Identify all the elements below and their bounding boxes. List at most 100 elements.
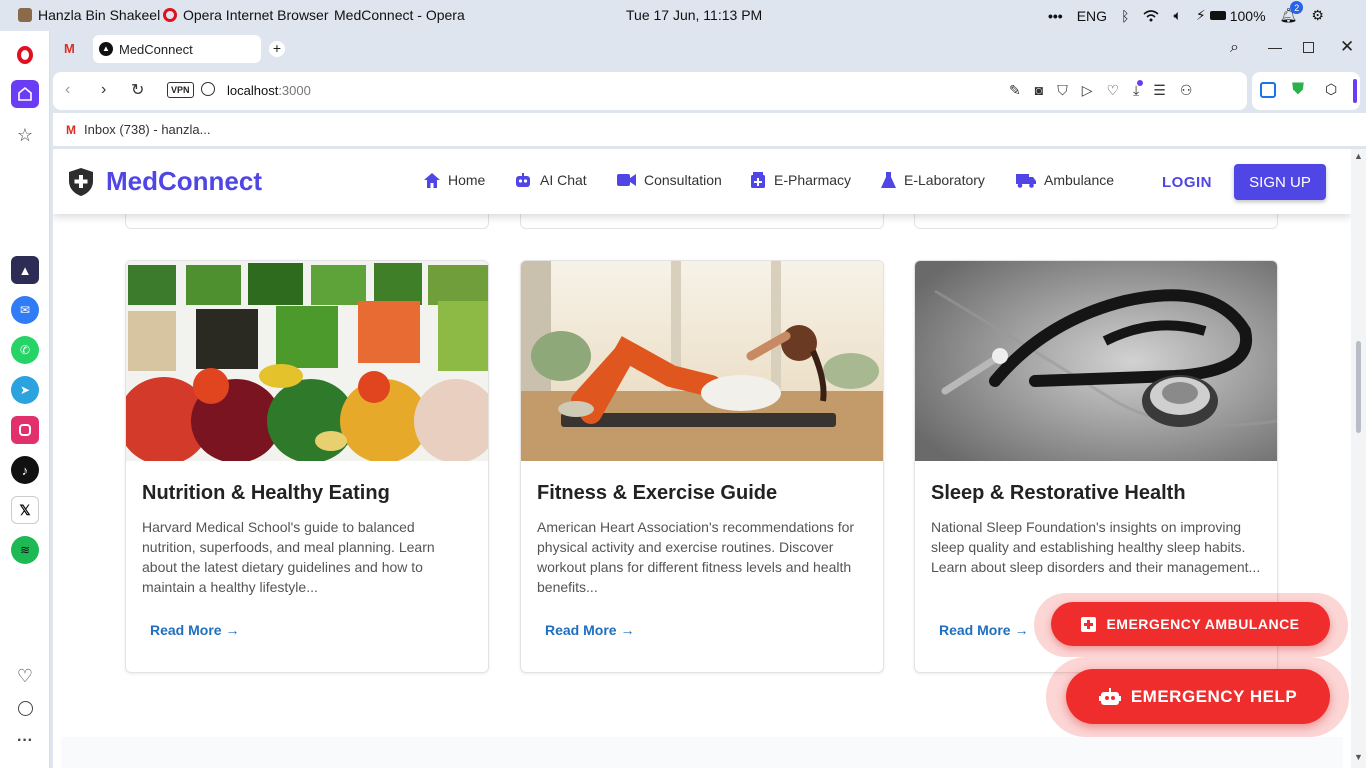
- gmail-pinned-tab-icon[interactable]: M: [64, 41, 75, 56]
- star-icon[interactable]: ☆: [11, 121, 39, 149]
- instagram-icon[interactable]: [11, 416, 39, 444]
- read-more-link[interactable]: Read More →: [545, 622, 634, 638]
- os-taskbar: Hanzla Bin Shakeel Opera Internet Browse…: [0, 0, 1366, 31]
- os-app[interactable]: Opera Internet Browser: [163, 7, 329, 23]
- page-scrollbar[interactable]: ▲ ▼: [1351, 149, 1366, 768]
- opera-icon: [163, 8, 177, 22]
- shield-logo-icon: [69, 167, 93, 196]
- nav-consultation[interactable]: Consultation: [617, 172, 722, 188]
- tab-medconnect[interactable]: ▲ MedConnect: [93, 35, 261, 63]
- forward-button[interactable]: ›: [101, 81, 106, 99]
- browser-sidebar: ☆ ▲ ✉ ✆ ➤ ♪ 𝕏 ≋ ♡ ···: [0, 31, 50, 768]
- nav-ambulance[interactable]: Ambulance: [1016, 172, 1114, 188]
- edit-icon[interactable]: ✎: [1009, 82, 1021, 99]
- vpn-badge[interactable]: VPN: [167, 82, 194, 98]
- spotify-icon[interactable]: ≋: [11, 536, 39, 564]
- globe-icon[interactable]: [201, 82, 215, 96]
- nav-home-label: Home: [448, 172, 486, 188]
- article-card[interactable]: Nutrition & Healthy Eating Harvard Medic…: [125, 260, 489, 673]
- home-icon[interactable]: [11, 80, 39, 108]
- read-more-link[interactable]: Read More →: [939, 622, 1028, 638]
- brand-logo[interactable]: MedConnect: [68, 166, 262, 197]
- battery-percent: 100%: [1229, 7, 1266, 24]
- nav-e-laboratory-label: E-Laboratory: [904, 172, 985, 188]
- volume-icon[interactable]: 🔈︎: [1173, 7, 1181, 24]
- battery-status[interactable]: ⚡︎ 100%: [1196, 7, 1266, 24]
- back-button[interactable]: ‹: [65, 81, 70, 99]
- extension-square-icon[interactable]: [1260, 82, 1276, 98]
- restore-button[interactable]: [1303, 42, 1314, 53]
- read-more-link[interactable]: Read More →: [150, 622, 239, 638]
- emergency-help-button[interactable]: EMERGENCY HELP: [1066, 669, 1330, 724]
- scroll-down-arrow[interactable]: ▼: [1354, 752, 1363, 762]
- profile-icon[interactable]: ⚇: [1180, 82, 1193, 99]
- emergency-help-label: EMERGENCY HELP: [1130, 686, 1298, 706]
- shield-icon[interactable]: ⛉: [1057, 82, 1068, 99]
- close-button[interactable]: ✕: [1340, 37, 1354, 57]
- nav-e-pharmacy-label: E-Pharmacy: [774, 172, 852, 188]
- new-tab-button[interactable]: +: [269, 41, 285, 57]
- medical-cross-icon: [1081, 616, 1097, 632]
- language-indicator[interactable]: ENG: [1077, 8, 1107, 24]
- card-title: Fitness & Exercise Guide: [537, 482, 778, 504]
- more-icon[interactable]: •••: [1048, 8, 1063, 24]
- os-clock[interactable]: Tue 17 Jun, 11:13 PM: [626, 7, 762, 23]
- play-icon[interactable]: ▷: [1082, 82, 1093, 99]
- previous-card-edge: [520, 213, 884, 229]
- tab-title: MedConnect: [119, 41, 193, 57]
- os-tray: ••• ENG ᛒ 🔈︎ ⚡︎ 100% 🔔︎ 2 ⚙︎: [1048, 1, 1324, 24]
- card-title: Sleep & Restorative Health: [931, 482, 1186, 504]
- bookmark-gmail[interactable]: M Inbox (738) - hanzla...: [66, 122, 210, 137]
- robot-help-icon: [1098, 687, 1121, 705]
- telegram-icon[interactable]: ➤: [11, 376, 39, 404]
- minimize-button[interactable]: —: [1268, 39, 1282, 55]
- os-user-name: Hanzla Bin Shakeel: [38, 7, 161, 23]
- extensions-bar: ⛊ ⬡: [1252, 72, 1360, 110]
- extension-shield-icon[interactable]: ⛊: [1292, 81, 1304, 99]
- download-icon[interactable]: ⤓: [1133, 80, 1144, 99]
- bookmarks-bar: M Inbox (738) - hanzla...: [53, 113, 1366, 146]
- heart-bookmark-icon[interactable]: ♡: [1106, 82, 1119, 99]
- notification-bell[interactable]: 🔔︎ 2: [1280, 1, 1304, 24]
- menu-icon[interactable]: ☰: [1153, 82, 1166, 99]
- login-button[interactable]: LOGIN: [1162, 174, 1212, 191]
- more-options-icon[interactable]: ···: [11, 727, 39, 755]
- article-card[interactable]: Fitness & Exercise Guide American Heart …: [520, 260, 884, 673]
- scroll-up-arrow[interactable]: ▲: [1354, 151, 1363, 161]
- tiktok-icon[interactable]: ♪: [11, 456, 39, 484]
- os-user[interactable]: Hanzla Bin Shakeel: [18, 7, 160, 23]
- signup-button[interactable]: SIGN UP: [1234, 164, 1326, 200]
- card-description: Harvard Medical School's guide to balanc…: [142, 519, 435, 595]
- extension-cube-icon[interactable]: ⬡: [1325, 81, 1337, 98]
- x-twitter-icon[interactable]: 𝕏: [11, 496, 39, 524]
- nav-consultation-label: Consultation: [644, 172, 722, 188]
- card-title: Nutrition & Healthy Eating: [142, 482, 390, 504]
- nutrition-image: [126, 261, 488, 465]
- url-field[interactable]: localhost:3000: [227, 83, 311, 98]
- battery-icon: [1209, 11, 1226, 20]
- fitness-image: [521, 261, 883, 461]
- camera-icon[interactable]: ◙: [1035, 82, 1043, 99]
- history-icon[interactable]: [11, 694, 39, 722]
- settings-toggle-icon[interactable]: ⚙︎: [1311, 7, 1324, 24]
- search-tabs-icon[interactable]: ⌕: [1230, 39, 1239, 57]
- scroll-thumb[interactable]: [1356, 341, 1361, 433]
- flask-icon: [881, 172, 896, 188]
- opera-logo-icon[interactable]: [11, 41, 39, 69]
- bluetooth-icon[interactable]: ᛒ: [1121, 8, 1129, 24]
- wifi-icon[interactable]: [1143, 9, 1159, 22]
- nav-ai-chat[interactable]: AI Chat: [514, 172, 587, 188]
- nav-e-pharmacy[interactable]: E-Pharmacy: [750, 172, 851, 188]
- sidebar-handle[interactable]: [1353, 79, 1357, 103]
- messenger-icon[interactable]: ✉: [11, 296, 39, 324]
- whatsapp-icon[interactable]: ✆: [11, 336, 39, 364]
- address-tools: ✎ ◙ ⛉ ▷ ♡ ⤓ ☰ ⚇: [1009, 80, 1193, 99]
- aria-icon[interactable]: ▲: [11, 256, 39, 284]
- emergency-ambulance-button[interactable]: EMERGENCY AMBULANCE: [1051, 602, 1330, 646]
- nav-e-laboratory[interactable]: E-Laboratory: [881, 172, 985, 188]
- nav-home[interactable]: Home: [424, 172, 485, 188]
- reload-button[interactable]: ↻: [131, 80, 144, 100]
- heart-icon[interactable]: ♡: [11, 662, 39, 690]
- tab-favicon: ▲: [99, 42, 113, 56]
- os-window-title: MedConnect - Opera: [334, 7, 465, 23]
